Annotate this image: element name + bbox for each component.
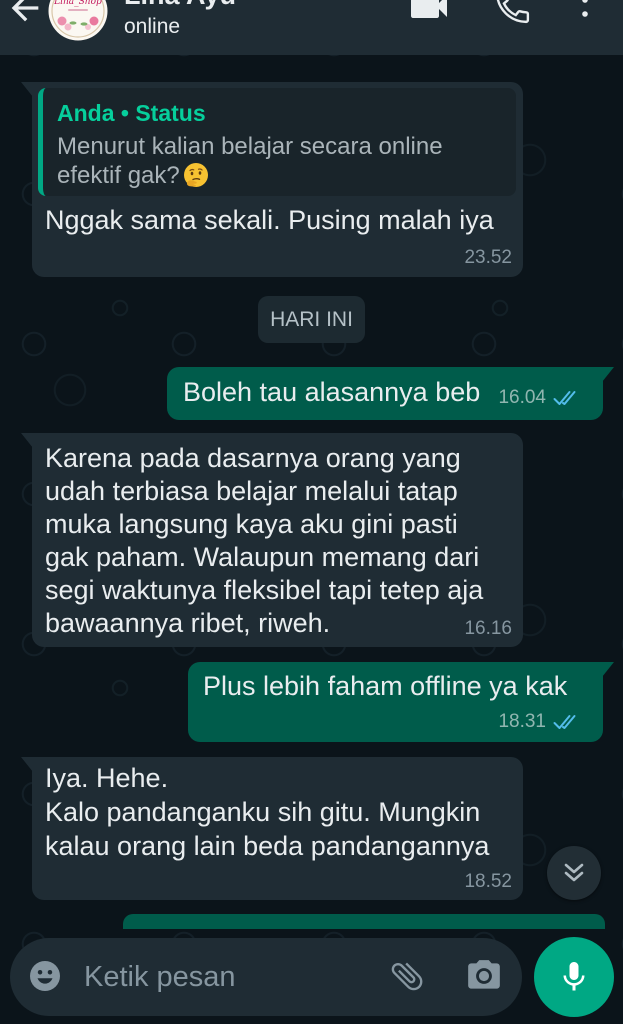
phone-icon[interactable] xyxy=(492,0,533,27)
paperclip-icon[interactable] xyxy=(388,957,426,995)
message-text-line: gak paham. Walaupun memang dari xyxy=(45,542,480,572)
double-check-icon xyxy=(553,715,576,729)
presence-status: online xyxy=(124,15,181,38)
quote-text-row: Menurut kalian belajar secara online xyxy=(57,132,443,161)
message-text: Plus lebih faham offline ya kak xyxy=(203,670,567,703)
message-meta: 18.31 xyxy=(498,711,580,733)
message-text-line: Iya. Hehe. xyxy=(45,763,169,793)
message-text-line: muka langsung kaya aku gini pasti xyxy=(45,509,458,539)
emoji-icon[interactable] xyxy=(27,958,63,994)
quote-author: Anda • Status xyxy=(57,100,206,126)
date-divider: HARI INI xyxy=(258,296,365,343)
message-time: 18.52 xyxy=(464,871,512,892)
message-bubble-outgoing[interactable]: Boleh tau alasannya beb 16.04 xyxy=(167,367,614,420)
message-text: Nggak sama sekali. Pusing malah iya xyxy=(45,204,494,237)
message-meta: 16.04 xyxy=(498,387,580,409)
thinking-face-emoji-icon xyxy=(183,162,208,187)
contact-avatar[interactable]: Lina_Shop xyxy=(48,0,108,41)
message-time: 23.52 xyxy=(464,247,512,268)
quote-text-line: Menurut kalian belajar secara online xyxy=(57,133,443,160)
message-text-line: bawaannya ribet, riweh. xyxy=(45,608,331,638)
partial-message-bubble[interactable] xyxy=(123,914,605,929)
message-time: 16.16 xyxy=(464,618,512,639)
message-bubble-outgoing[interactable]: Plus lebih faham offline ya kak 18.31 xyxy=(188,662,614,742)
video-call-icon[interactable] xyxy=(405,0,453,30)
message-text-line: Plus lebih faham offline ya kak xyxy=(203,671,568,701)
contact-name[interactable]: Lina Ayu xyxy=(124,0,236,10)
chat-header: Lina_Shop Lina Ayu online xyxy=(0,0,623,55)
double-chevron-down-icon xyxy=(564,863,584,882)
arrow-back-icon[interactable] xyxy=(5,0,45,28)
message-bubble-incoming[interactable]: Iya. Hehe. Kalo pandanganku sih gitu. Mu… xyxy=(21,757,523,900)
camera-icon[interactable] xyxy=(465,957,503,995)
message-text-line: Boleh tau alasannya beb xyxy=(183,377,481,407)
message-text: Iya. Hehe. Kalo pandanganku sih gitu. Mu… xyxy=(45,761,489,863)
message-text: Boleh tau alasannya beb xyxy=(183,376,480,409)
avatar-logo-text: Lina_Shop xyxy=(54,0,102,7)
message-composer xyxy=(10,938,522,1016)
message-bubble-incoming[interactable]: Karena pada dasarnya orang yang udah ter… xyxy=(21,433,523,647)
microphone-icon xyxy=(563,962,585,991)
message-text-line: segi waktunya fleksibel tapi tetep aja xyxy=(45,575,484,605)
chat-screen: Lina_Shop Lina Ayu online Anda • Status … xyxy=(0,0,623,1024)
message-input[interactable] xyxy=(84,938,374,1016)
quoted-status-reply[interactable]: Anda • Status Menurut kalian belajar sec… xyxy=(38,88,516,196)
message-text-line: Kalo pandanganku sih gitu. Mungkin xyxy=(45,797,481,827)
message-time: 16.04 xyxy=(498,387,546,408)
quote-text-row: efektif gak? xyxy=(57,161,210,190)
message-bubble-incoming[interactable]: Anda • Status Menurut kalian belajar sec… xyxy=(21,82,523,277)
message-time: 18.31 xyxy=(498,711,546,732)
voice-note-button[interactable] xyxy=(534,937,614,1017)
message-text-line: Karena pada dasarnya orang yang xyxy=(45,443,461,473)
more-vertical-icon[interactable] xyxy=(576,0,594,20)
message-text-line: udah terbiasa belajar melalui tatap xyxy=(45,476,458,506)
message-text-line: Nggak sama sekali. Pusing malah iya xyxy=(45,205,494,235)
quote-text-line: efektif gak? xyxy=(57,162,180,189)
double-check-icon xyxy=(553,391,576,405)
message-text: Karena pada dasarnya orang yang udah ter… xyxy=(45,442,483,640)
scroll-to-bottom-button[interactable] xyxy=(547,846,601,900)
message-text-line: kalau orang lain beda pandangannya xyxy=(45,831,490,861)
